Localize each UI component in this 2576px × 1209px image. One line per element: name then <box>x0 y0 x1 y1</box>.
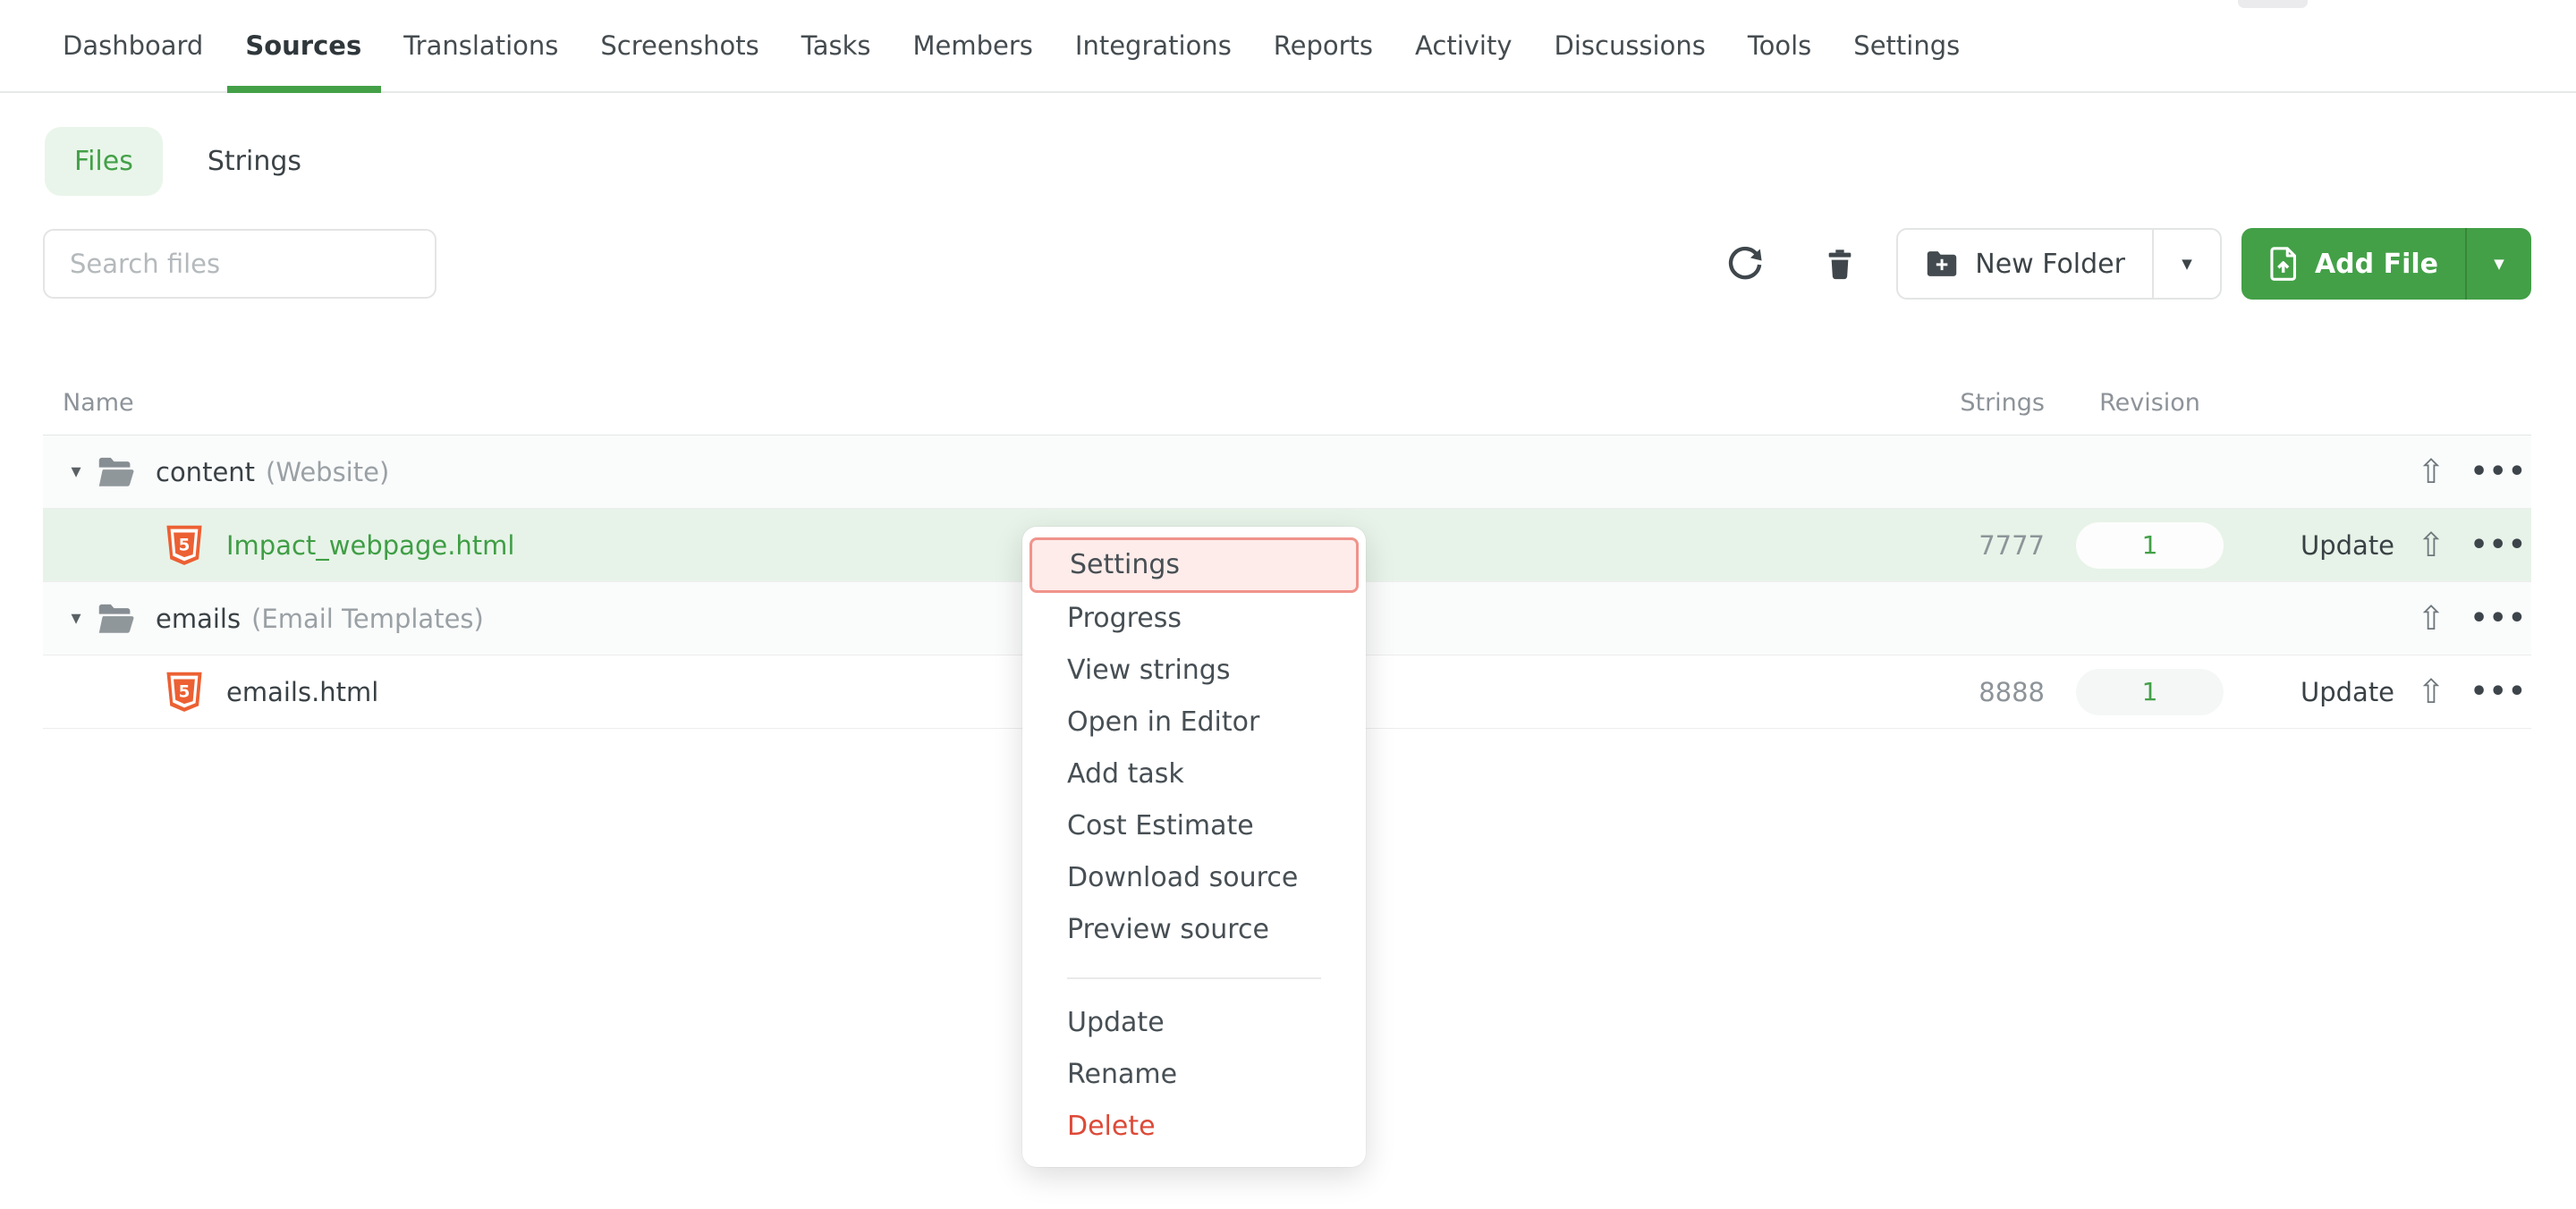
revision-badge[interactable]: 1 <box>2076 669 2224 715</box>
nav-integrations[interactable]: Integrations <box>1075 0 1232 91</box>
new-folder-button[interactable]: New Folder <box>1898 230 2152 298</box>
search-input[interactable] <box>43 229 436 299</box>
nav-activity[interactable]: Activity <box>1415 0 1512 91</box>
new-folder-dropdown-button[interactable]: ▼ <box>2154 230 2220 298</box>
new-folder-split-button: New Folder ▼ <box>1896 228 2222 300</box>
nav-translations[interactable]: Translations <box>403 0 558 91</box>
tab-strings[interactable]: Strings <box>208 146 301 177</box>
top-navigation: Dashboard Sources Translations Screensho… <box>0 0 2576 93</box>
file-name[interactable]: emails.html <box>226 677 378 707</box>
menu-item-add-task[interactable]: Add task <box>1022 748 1366 800</box>
cutoff-element <box>2238 0 2308 8</box>
upload-icon[interactable]: ⇧ <box>2415 599 2447 638</box>
file-name[interactable]: Impact_webpage.html <box>226 530 514 561</box>
add-file-label: Add File <box>2315 249 2438 280</box>
add-file-button[interactable]: Add File <box>2241 228 2465 300</box>
tab-files[interactable]: Files <box>45 127 163 196</box>
ellipsis-menu-icon[interactable]: ••• <box>2470 676 2510 707</box>
upload-icon[interactable]: ⇧ <box>2415 452 2447 491</box>
menu-item-cost-estimate[interactable]: Cost Estimate <box>1022 800 1366 852</box>
html5-file-icon: 5 <box>165 524 203 567</box>
folder-name[interactable]: emails <box>156 604 241 634</box>
folder-plus-icon <box>1925 249 1959 279</box>
folder-annotation: (Website) <box>266 457 389 487</box>
menu-item-view-strings[interactable]: View strings <box>1022 645 1366 697</box>
upload-icon[interactable]: ⇧ <box>2415 526 2447 564</box>
ellipsis-menu-icon[interactable]: ••• <box>2470 529 2510 561</box>
nav-settings[interactable]: Settings <box>1853 0 1960 91</box>
menu-divider <box>1067 977 1321 979</box>
menu-item-rename[interactable]: Rename <box>1022 1049 1366 1101</box>
header-strings: Strings <box>1937 389 2045 417</box>
nav-dashboard[interactable]: Dashboard <box>63 0 203 91</box>
update-link[interactable]: Update <box>2301 530 2386 561</box>
sources-subtabs: Files Strings <box>45 127 2576 196</box>
html5-file-icon: 5 <box>165 671 203 714</box>
svg-text:5: 5 <box>179 536 191 554</box>
strings-count: 7777 <box>1937 530 2045 561</box>
caret-down-icon: ▼ <box>2494 256 2504 272</box>
ellipsis-menu-icon[interactable]: ••• <box>2470 603 2510 634</box>
caret-down-icon: ▼ <box>2182 256 2192 272</box>
nav-tools[interactable]: Tools <box>1748 0 1811 91</box>
folder-icon <box>97 602 136 636</box>
nav-sources[interactable]: Sources <box>245 0 361 91</box>
expand-caret-icon[interactable]: ▾ <box>63 607 89 630</box>
folder-name[interactable]: content <box>156 457 255 487</box>
folder-annotation: (Email Templates) <box>251 604 484 634</box>
header-revision: Revision <box>2076 389 2224 417</box>
update-link[interactable]: Update <box>2301 677 2386 707</box>
svg-text:5: 5 <box>179 682 191 701</box>
upload-icon[interactable]: ⇧ <box>2415 672 2447 711</box>
revision-badge[interactable]: 1 <box>2076 522 2224 569</box>
table-header: Name Strings Revision <box>43 389 2531 435</box>
refresh-button[interactable] <box>1725 245 1765 283</box>
file-upload-icon <box>2268 246 2301 282</box>
nav-members[interactable]: Members <box>912 0 1032 91</box>
menu-item-delete[interactable]: Delete <box>1022 1101 1366 1153</box>
menu-item-download-source[interactable]: Download source <box>1022 852 1366 904</box>
new-folder-label: New Folder <box>1975 249 2125 280</box>
folder-icon <box>97 455 136 489</box>
nav-discussions[interactable]: Discussions <box>1555 0 1706 91</box>
add-file-split-button: Add File ▼ <box>2241 228 2531 300</box>
nav-tasks[interactable]: Tasks <box>801 0 871 91</box>
nav-reports[interactable]: Reports <box>1274 0 1373 91</box>
menu-item-preview-source[interactable]: Preview source <box>1022 904 1366 956</box>
header-name: Name <box>63 389 134 417</box>
strings-count: 8888 <box>1937 677 2045 707</box>
delete-button[interactable] <box>1820 245 1860 283</box>
menu-item-update[interactable]: Update <box>1022 997 1366 1049</box>
nav-screenshots[interactable]: Screenshots <box>600 0 758 91</box>
file-context-menu: Settings Progress View strings Open in E… <box>1022 527 1366 1167</box>
refresh-icon <box>1726 245 1764 283</box>
expand-caret-icon[interactable]: ▾ <box>63 461 89 483</box>
menu-item-open-in-editor[interactable]: Open in Editor <box>1022 697 1366 748</box>
trash-icon <box>1822 245 1858 283</box>
menu-item-settings[interactable]: Settings <box>1030 537 1359 593</box>
ellipsis-menu-icon[interactable]: ••• <box>2470 456 2510 487</box>
menu-item-progress[interactable]: Progress <box>1022 593 1366 645</box>
add-file-dropdown-button[interactable]: ▼ <box>2467 228 2531 300</box>
files-toolbar: New Folder ▼ Add File ▼ <box>43 228 2531 300</box>
table-row-folder-content[interactable]: ▾ content (Website) ⇧ ••• <box>43 435 2531 509</box>
